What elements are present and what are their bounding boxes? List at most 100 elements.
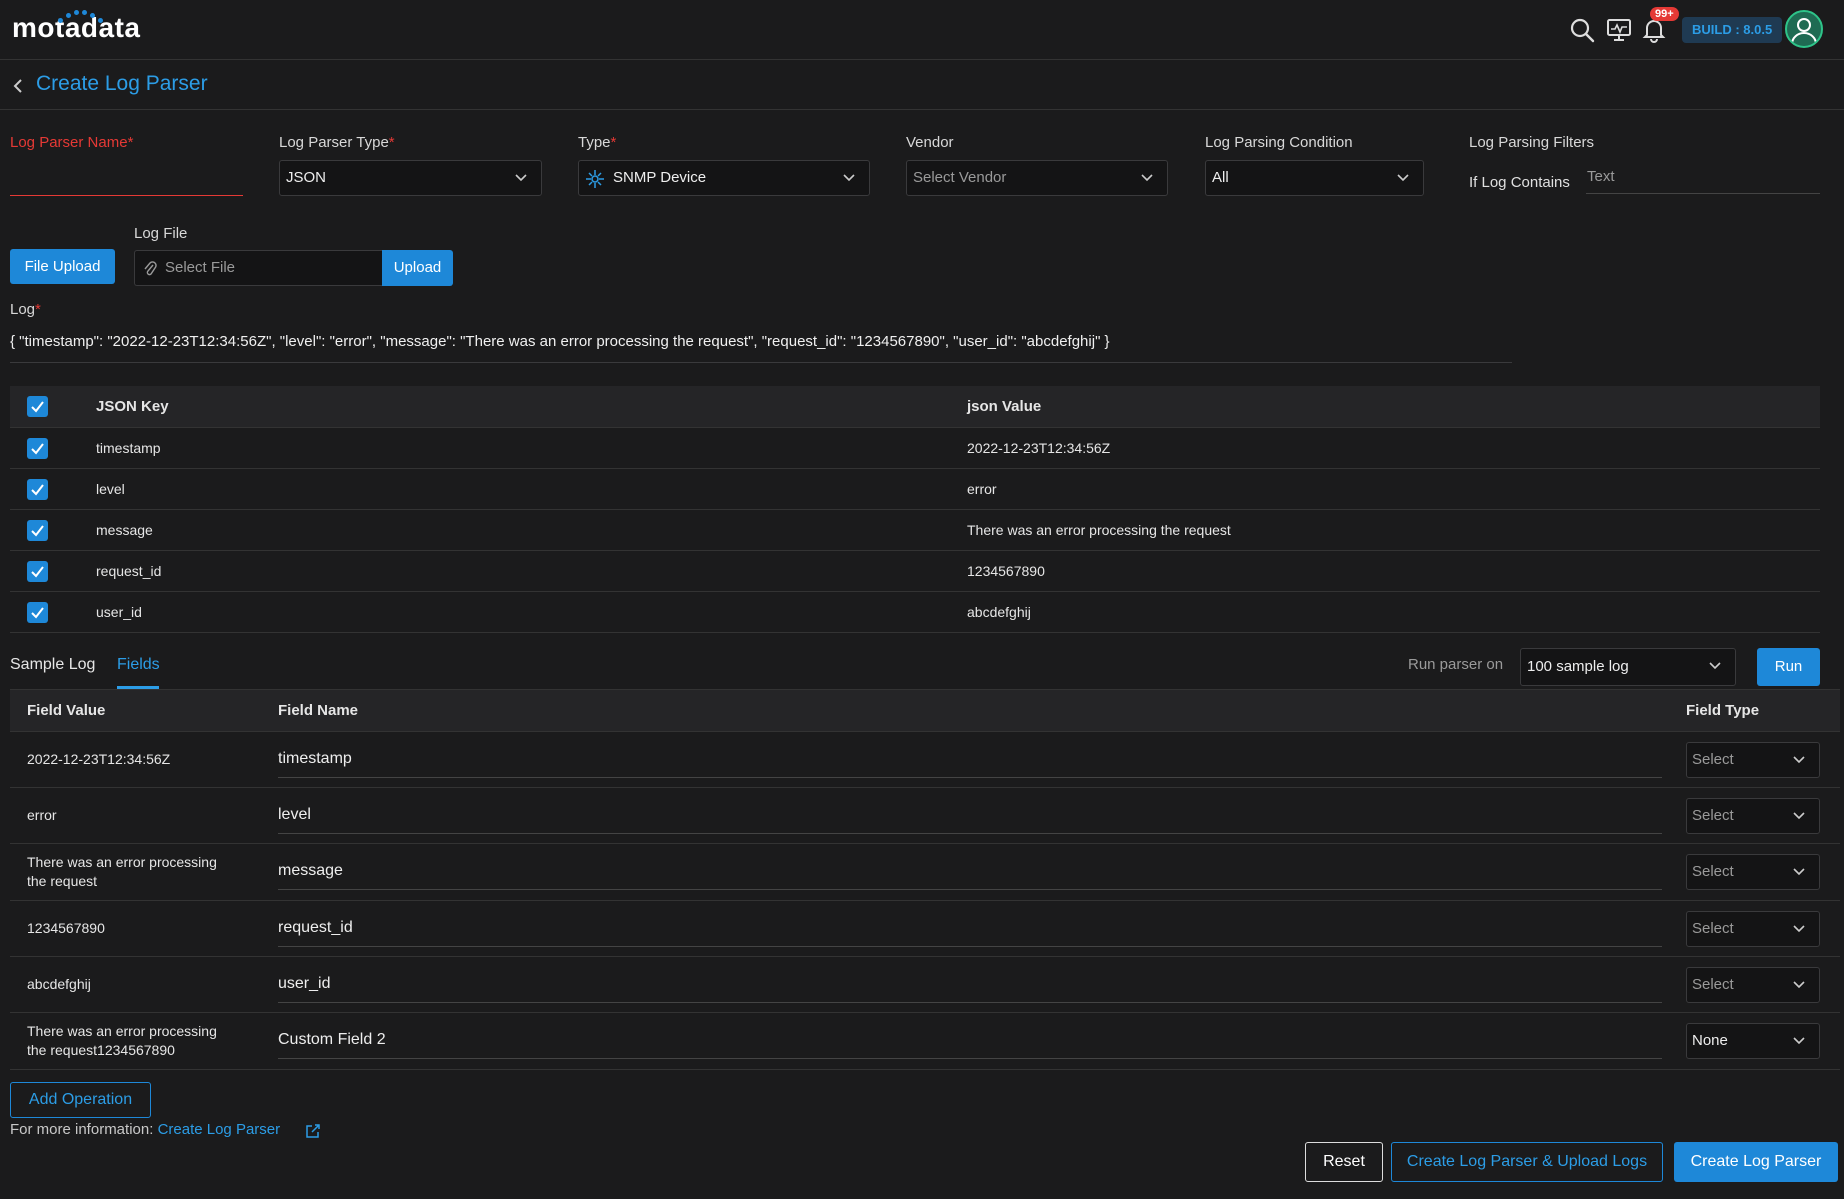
top-bar: motadata 99+ BUILD : 8.0.5	[0, 0, 1844, 60]
field-value-cell: There was an error processing the reques…	[27, 854, 217, 889]
run-button[interactable]: Run	[1757, 648, 1820, 686]
select-file-input[interactable]: Select File	[134, 250, 382, 286]
build-badge: BUILD : 8.0.5	[1682, 17, 1783, 43]
sample-size-select[interactable]: 100 sample log	[1520, 648, 1736, 686]
create-and-upload-button[interactable]: Create Log Parser & Upload Logs	[1391, 1142, 1663, 1182]
type-label: Type*	[578, 134, 617, 151]
select-all-checkbox[interactable]	[27, 396, 48, 417]
parser-name-label: Log Parser Name*	[10, 134, 134, 151]
row-checkbox[interactable]	[27, 602, 48, 623]
condition-select[interactable]: All	[1205, 160, 1424, 196]
field-name-input[interactable]: level	[278, 798, 1662, 834]
field-type-select[interactable]: Select	[1686, 911, 1820, 947]
json-value-cell: abcdefghij	[967, 604, 1031, 620]
field-type-value: Select	[1692, 920, 1734, 937]
row-checkbox[interactable]	[27, 479, 48, 500]
user-avatar[interactable]	[1785, 10, 1823, 48]
user-icon	[1791, 18, 1817, 45]
external-link-icon[interactable]	[305, 1123, 321, 1139]
field-name-input[interactable]: timestamp	[278, 742, 1662, 778]
parser-name-input[interactable]	[10, 168, 243, 196]
log-underline	[10, 362, 1512, 363]
table-row: 1234567890 request_id Select	[10, 901, 1840, 957]
json-key-cell: level	[96, 481, 125, 497]
check-icon	[31, 443, 44, 455]
field-value-cell: 2022-12-23T12:34:56Z	[27, 751, 171, 767]
check-icon	[31, 401, 44, 413]
table-row: There was an error processing the reques…	[10, 844, 1840, 901]
vendor-select[interactable]: Select Vendor	[906, 160, 1168, 196]
table-row: user_id abcdefghij	[10, 592, 1820, 633]
chevron-down-icon	[515, 174, 527, 182]
row-checkbox[interactable]	[27, 520, 48, 541]
page-header: Create Log Parser	[0, 62, 1844, 110]
field-type-select[interactable]: None	[1686, 1023, 1820, 1059]
create-log-parser-button[interactable]: Create Log Parser	[1674, 1142, 1838, 1182]
field-type-value: None	[1692, 1032, 1728, 1049]
vendor-placeholder: Select Vendor	[913, 169, 1007, 186]
check-icon	[31, 607, 44, 619]
select-file-placeholder: Select File	[165, 259, 236, 276]
logo-dots	[58, 10, 108, 24]
log-file-label: Log File	[134, 225, 188, 242]
reset-button[interactable]: Reset	[1305, 1142, 1383, 1182]
search-icon[interactable]	[1568, 16, 1596, 44]
row-checkbox[interactable]	[27, 438, 48, 459]
back-chevron-icon[interactable]	[8, 74, 28, 98]
row-checkbox[interactable]	[27, 561, 48, 582]
table-row: abcdefghij user_id Select	[10, 957, 1840, 1013]
log-textarea[interactable]: { "timestamp": "2022-12-23T12:34:56Z", "…	[10, 333, 1110, 350]
motadata-logo[interactable]: motadata	[12, 10, 140, 44]
more-info-prefix: For more information:	[10, 1121, 154, 1138]
chevron-down-icon	[1793, 981, 1805, 989]
chevron-down-icon	[1709, 662, 1721, 670]
json-key-cell: user_id	[96, 604, 142, 620]
log-label: Log*	[10, 301, 41, 318]
filter-text-input[interactable]: Text	[1586, 164, 1820, 194]
table-row: message There was an error processing th…	[10, 510, 1820, 551]
more-info-link[interactable]: Create Log Parser	[158, 1121, 281, 1138]
json-key-cell: timestamp	[96, 440, 161, 456]
chevron-down-icon	[1141, 174, 1153, 182]
type-select[interactable]: SNMP Device	[578, 160, 870, 196]
chevron-down-icon	[1793, 1037, 1805, 1045]
field-type-select[interactable]: Select	[1686, 798, 1820, 834]
monitor-icon[interactable]	[1605, 16, 1633, 44]
check-icon	[31, 525, 44, 537]
table-row: timestamp 2022-12-23T12:34:56Z	[10, 428, 1820, 469]
json-key-cell: request_id	[96, 563, 162, 579]
field-name-header: Field Name	[278, 702, 359, 719]
field-value-cell: 1234567890	[27, 920, 105, 936]
json-table-header: JSON Key json Value	[10, 386, 1820, 428]
field-value-header: Field Value	[27, 702, 106, 719]
parser-type-value: JSON	[286, 169, 327, 186]
field-name-input[interactable]: request_id	[278, 911, 1662, 947]
field-type-value: Select	[1692, 976, 1734, 993]
tab-sample-log[interactable]: Sample Log	[10, 656, 95, 674]
json-key-header: JSON Key	[96, 398, 169, 415]
field-name-input[interactable]: message	[278, 854, 1662, 890]
field-value-cell: error	[27, 807, 57, 823]
chevron-down-icon	[1793, 756, 1805, 764]
chevron-down-icon	[843, 174, 855, 182]
upload-button[interactable]: Upload	[382, 250, 453, 286]
chevron-down-icon	[1397, 174, 1409, 182]
file-upload-button[interactable]: File Upload	[10, 249, 115, 284]
field-type-select[interactable]: Select	[1686, 854, 1820, 890]
add-operation-button[interactable]: Add Operation	[10, 1082, 151, 1118]
field-value-cell: There was an error processing the reques…	[27, 1023, 217, 1058]
tab-fields[interactable]: Fields	[117, 656, 160, 674]
paperclip-icon	[144, 261, 157, 276]
filter-if-label: If Log Contains	[1469, 174, 1570, 191]
field-type-select[interactable]: Select	[1686, 742, 1820, 778]
json-key-cell: message	[96, 522, 153, 538]
vendor-label: Vendor	[906, 134, 954, 151]
chevron-down-icon	[1793, 812, 1805, 820]
filters-label: Log Parsing Filters	[1469, 134, 1595, 151]
field-name-input[interactable]: Custom Field 2	[278, 1023, 1662, 1059]
field-type-select[interactable]: Select	[1686, 967, 1820, 1003]
parser-type-select[interactable]: JSON	[279, 160, 542, 196]
field-type-value: Select	[1692, 751, 1734, 768]
table-row: error level Select	[10, 788, 1840, 844]
field-name-input[interactable]: user_id	[278, 967, 1662, 1003]
